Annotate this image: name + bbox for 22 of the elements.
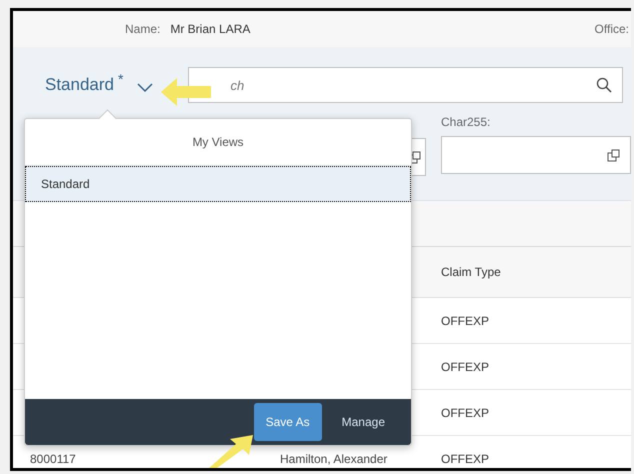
manage-button[interactable]: Manage [330,403,397,441]
table-cell: OFFEXP [441,452,490,466]
save-as-button[interactable]: Save As [254,403,322,441]
name-value: Mr Brian LARA [170,22,250,36]
filter-field[interactable] [441,136,631,174]
name-label: Name: [125,22,160,36]
search-field[interactable]: ch [188,67,624,103]
column-header: Claim Type [441,265,501,279]
chevron-down-icon[interactable] [137,83,154,93]
table-cell-text: 8000117 [30,452,77,466]
table-cell-text: Hamilton, Alexander [280,452,388,466]
table-cell: OFFEXP [441,314,490,328]
field-label: Char255: [441,115,492,129]
table-cell: OFFEXP [441,406,490,420]
value-help-icon[interactable] [607,148,620,162]
popover-title: My Views [192,135,244,149]
pointer-arrow [161,77,211,107]
view-item[interactable]: Standard [25,166,411,202]
office-label: Office: [594,22,629,36]
variant-title[interactable]: Standard * [45,75,124,95]
search-icon[interactable] [596,77,612,93]
table-cell: OFFEXP [441,360,490,374]
